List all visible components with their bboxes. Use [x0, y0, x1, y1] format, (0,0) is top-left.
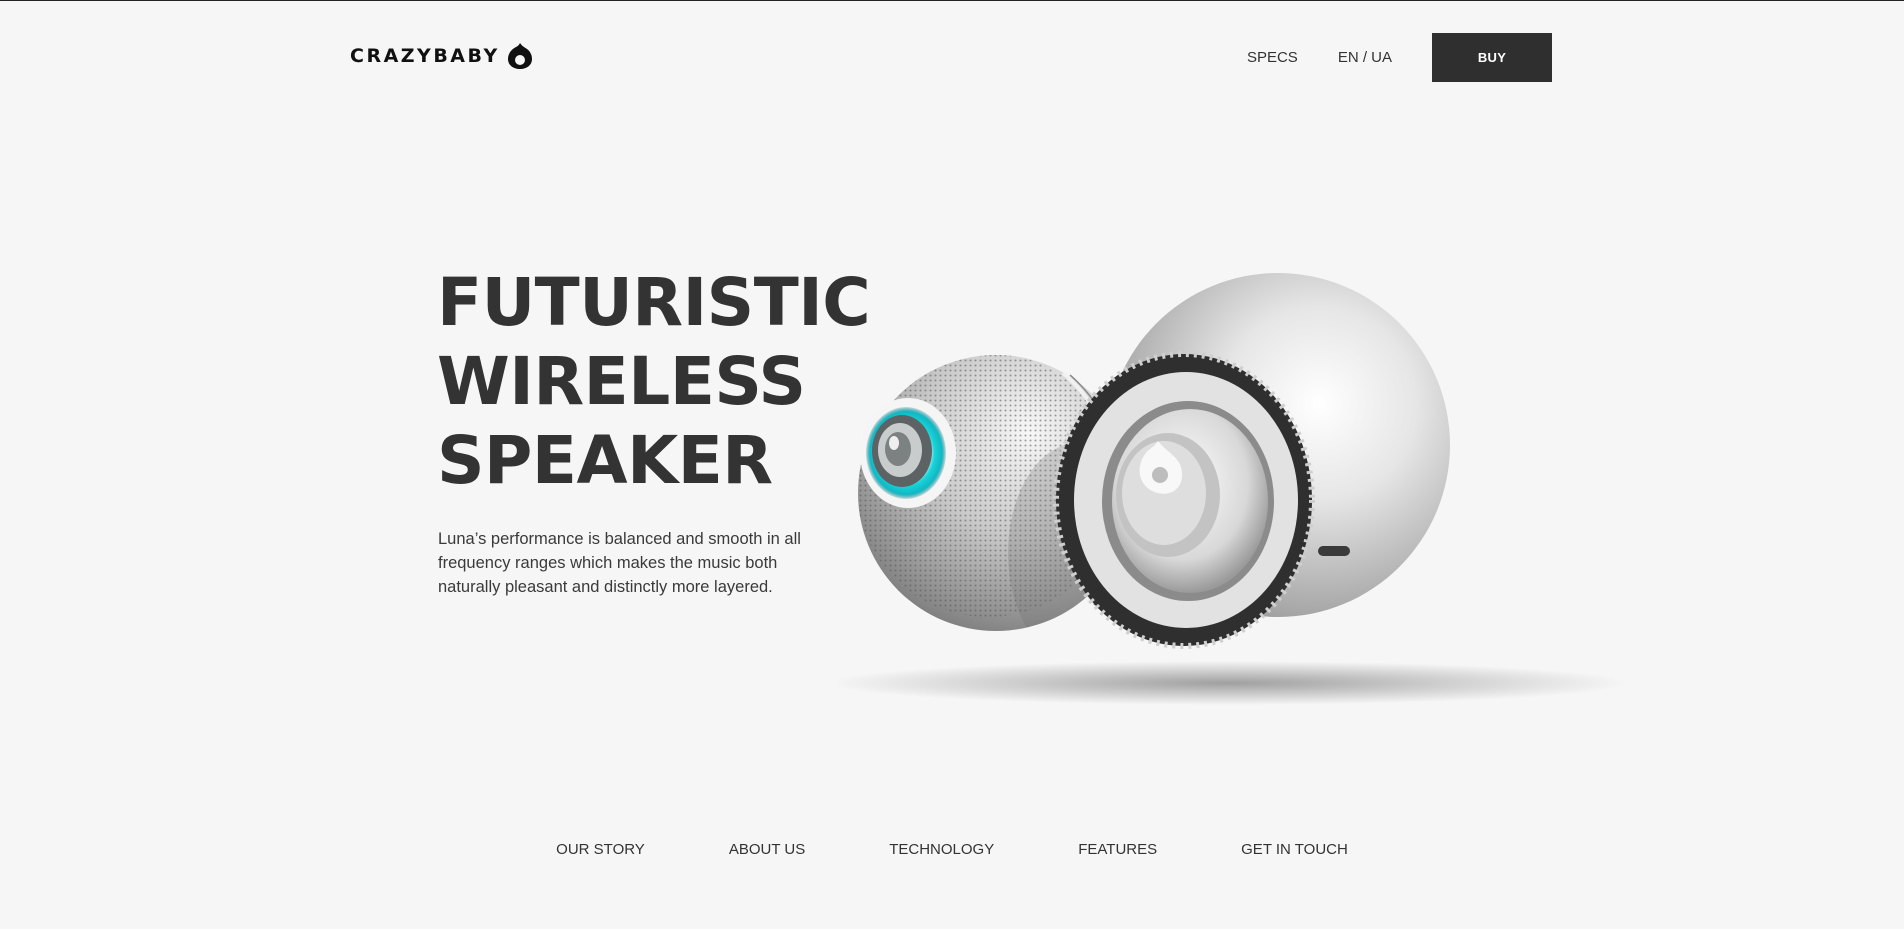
- hero-title-line: WIRELESS: [437, 343, 806, 420]
- brand-name: CRAZYBABY: [350, 45, 500, 67]
- drop-logo-icon: [507, 43, 532, 69]
- hero-title-line: FUTURISTIC: [437, 264, 871, 341]
- hero-title: FUTURISTIC WIRELESS SPEAKER: [437, 263, 871, 500]
- twin-spherical-speakers-image: [838, 263, 1658, 723]
- specs-link[interactable]: SPECS: [1247, 49, 1298, 66]
- buy-button[interactable]: BUY: [1432, 33, 1552, 82]
- footer-link-get-in-touch[interactable]: GET IN TOUCH: [1241, 841, 1348, 858]
- hero-description: Luna’s performance is balanced and smoot…: [438, 530, 801, 596]
- header-nav: SPECS EN / UA BUY: [1247, 33, 1552, 82]
- footer-link-technology[interactable]: TECHNOLOGY: [889, 841, 994, 858]
- footer-link-our-story[interactable]: OUR STORY: [556, 841, 645, 858]
- site-header: CRAZYBABY SPECS EN / UA BUY: [0, 1, 1904, 111]
- footer-link-features[interactable]: FEATURES: [1078, 841, 1157, 858]
- footer-nav: OUR STORY ABOUT US TECHNOLOGY FEATURES G…: [0, 841, 1904, 858]
- footer-link-about-us[interactable]: ABOUT US: [729, 841, 805, 858]
- hero-title-line: SPEAKER: [437, 422, 773, 499]
- language-switcher[interactable]: EN / UA: [1338, 49, 1392, 66]
- brand-logo[interactable]: CRAZYBABY: [350, 39, 533, 73]
